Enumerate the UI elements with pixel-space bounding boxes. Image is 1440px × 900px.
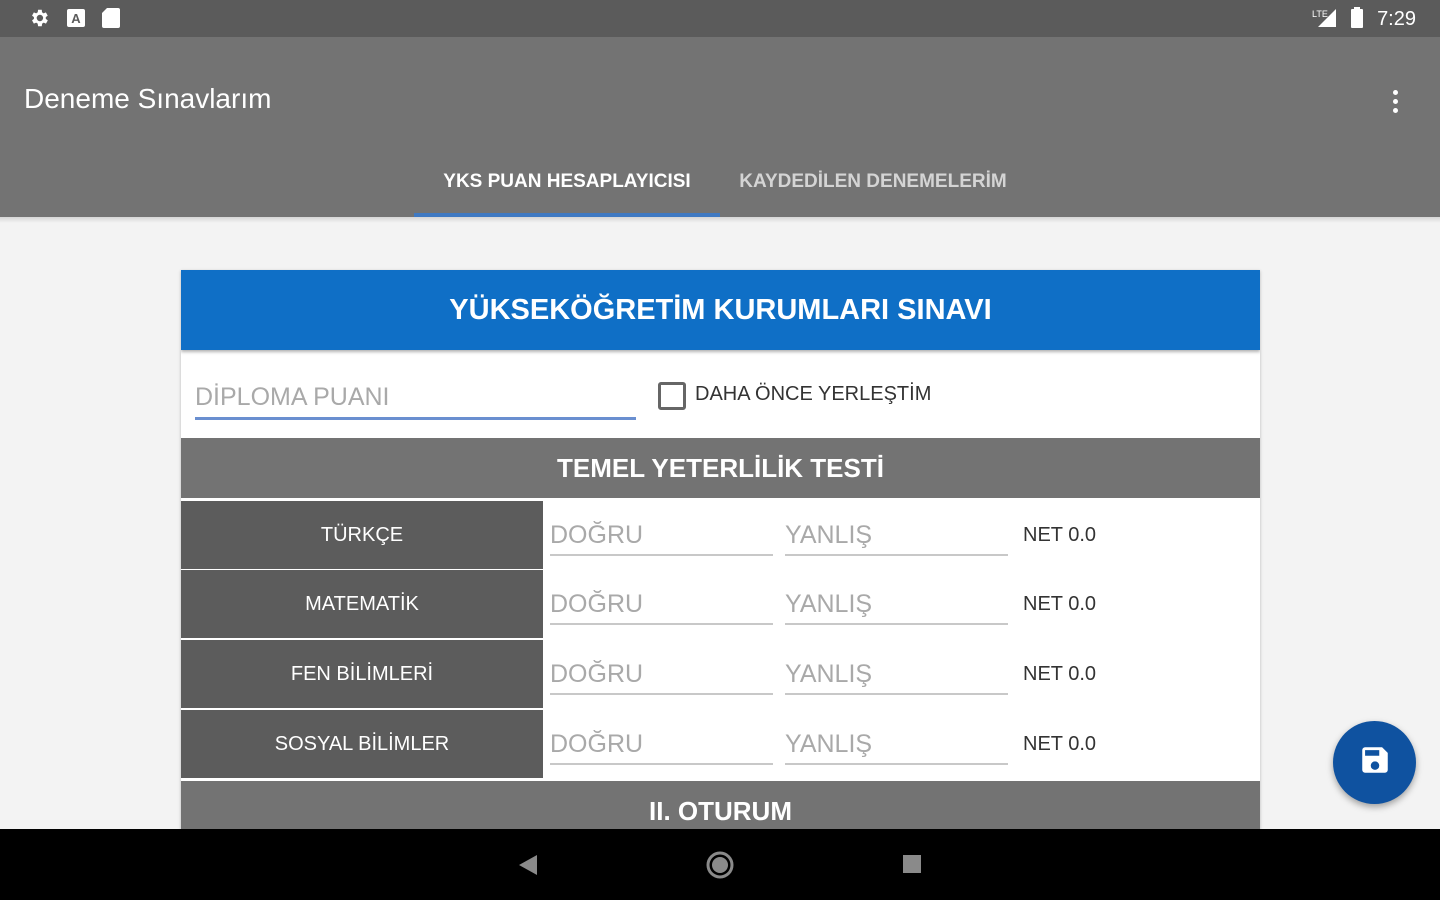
status-time: 7:29 [1377,8,1416,30]
subject-row-matematik: MATEMATİK NET 0.0 [181,570,1260,638]
subject-row-turkce: TÜRKÇE NET 0.0 [181,501,1260,569]
subject-row-sosyal-bilimler: SOSYAL BİLİMLER NET 0.0 [181,710,1260,778]
save-button[interactable] [1333,721,1416,804]
section-title-ii-oturum: II. OTURUM [181,781,1260,830]
tab-kaydedilen-denemelerim[interactable]: KAYDEDİLEN DENEMELERİM [720,163,1026,217]
section-title-tyt: TEMEL YETERLİLİK TESTİ [181,438,1260,498]
app-bar-shadow [0,217,1440,223]
net-value: NET 0.0 [1023,593,1096,615]
settings-icon [28,7,50,34]
tab-yks-puan-hesaplayicisi[interactable]: YKS PUAN HESAPLAYICISI [414,163,720,217]
status-bar: A LTE 7:29 [0,0,1440,37]
wrong-input[interactable] [785,655,1008,695]
more-vert-icon[interactable] [1380,81,1410,121]
wrong-input[interactable] [785,725,1008,765]
net-value: NET 0.0 [1023,663,1096,685]
battery-icon [1350,7,1364,34]
correct-input[interactable] [550,585,773,625]
sd-card-icon [101,7,121,34]
svg-text:LTE: LTE [1312,9,1328,19]
correct-input[interactable] [550,516,773,556]
wrong-input[interactable] [785,516,1008,556]
subject-label: SOSYAL BİLİMLER [181,710,543,778]
wrong-input[interactable] [785,585,1008,625]
svg-text:A: A [71,11,81,26]
card-title: YÜKSEKÖĞRETİM KURUMLARI SINAVI [181,270,1260,350]
signal-icon: LTE [1310,7,1338,34]
correct-input[interactable] [550,725,773,765]
home-icon[interactable] [705,850,735,885]
save-icon [1358,743,1392,782]
net-value: NET 0.0 [1023,733,1096,755]
placed-before-checkbox[interactable] [658,382,686,410]
subject-label: TÜRKÇE [181,501,543,569]
subject-label: FEN BİLİMLERİ [181,640,543,708]
correct-input[interactable] [550,655,773,695]
net-value: NET 0.0 [1023,524,1096,546]
a-icon: A [66,7,86,34]
app-title: Deneme Sınavlarım [24,83,272,114]
navigation-bar [0,829,1440,900]
recents-icon[interactable] [902,854,922,879]
exam-card: YÜKSEKÖĞRETİM KURUMLARI SINAVI DAHA ÖNCE… [181,270,1260,830]
subject-label: MATEMATİK [181,570,543,638]
placed-before-label: DAHA ÖNCE YERLEŞTİM [695,383,932,405]
back-icon[interactable] [517,853,539,882]
app-bar: Deneme Sınavlarım YKS PUAN HESAPLAYICISI… [0,37,1440,217]
subject-row-fen-bilimleri: FEN BİLİMLERİ NET 0.0 [181,640,1260,708]
diploma-score-input[interactable] [195,377,636,420]
